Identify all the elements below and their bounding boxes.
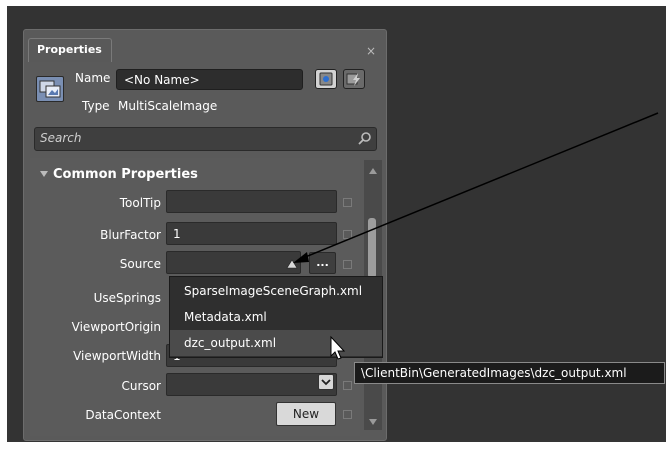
properties-mode-button[interactable]: [315, 69, 337, 89]
prop-label-datacontext: DataContext: [85, 408, 161, 422]
source-dropdown-arrow-icon[interactable]: [284, 256, 300, 272]
scroll-up-icon[interactable]: [369, 168, 377, 174]
tab-properties[interactable]: Properties: [28, 38, 112, 62]
advanced-options-marker[interactable]: [343, 260, 352, 269]
cursor-combobox[interactable]: [166, 373, 337, 396]
path-tooltip: \ClientBin\GeneratedImages\dzc_output.xm…: [354, 362, 665, 384]
chevron-down-icon[interactable]: [318, 374, 334, 390]
prop-label-blurfactor: BlurFactor: [100, 228, 161, 242]
advanced-options-marker[interactable]: [343, 381, 352, 390]
prop-label-viewportorigin: ViewportOrigin: [71, 320, 161, 334]
search-placeholder: Search: [40, 131, 82, 145]
advanced-options-marker[interactable]: [343, 230, 352, 239]
prop-label-tooltip: ToolTip: [119, 196, 161, 210]
prop-label-source: Source: [119, 257, 161, 271]
dropdown-item[interactable]: Metadata.xml: [170, 304, 382, 330]
scroll-down-icon[interactable]: [369, 419, 377, 425]
name-field[interactable]: <No Name>: [116, 69, 303, 90]
scroll-thumb[interactable]: [368, 218, 376, 278]
advanced-options-marker[interactable]: [343, 410, 352, 419]
section-common-properties[interactable]: Common Properties: [53, 167, 198, 182]
dropdown-item[interactable]: SparseImageSceneGraph.xml: [170, 278, 382, 304]
collapse-arrow-icon[interactable]: [40, 171, 48, 177]
events-mode-button[interactable]: [343, 69, 365, 89]
type-label: Type: [82, 99, 110, 113]
prop-label-usesprings: UseSprings: [93, 291, 161, 305]
browse-button[interactable]: ...: [309, 252, 336, 274]
advanced-options-marker[interactable]: [343, 198, 352, 207]
source-field[interactable]: [166, 251, 301, 274]
type-value: MultiScaleImage: [118, 99, 218, 113]
close-icon[interactable]: ×: [364, 44, 378, 58]
tooltip-field[interactable]: [166, 190, 337, 213]
blurfactor-field[interactable]: 1: [166, 222, 337, 245]
element-type-icon: [36, 76, 64, 102]
source-dropdown-list: SparseImageSceneGraph.xml Metadata.xml d…: [169, 276, 383, 358]
name-label: Name: [75, 71, 111, 85]
prop-label-viewportwidth: ViewportWidth: [73, 349, 161, 363]
search-icon[interactable]: [357, 131, 373, 147]
dropdown-item-selected[interactable]: dzc_output.xml: [170, 330, 382, 356]
prop-label-cursor: Cursor: [121, 379, 161, 393]
search-input[interactable]: [34, 127, 377, 151]
new-button[interactable]: New: [276, 402, 336, 426]
